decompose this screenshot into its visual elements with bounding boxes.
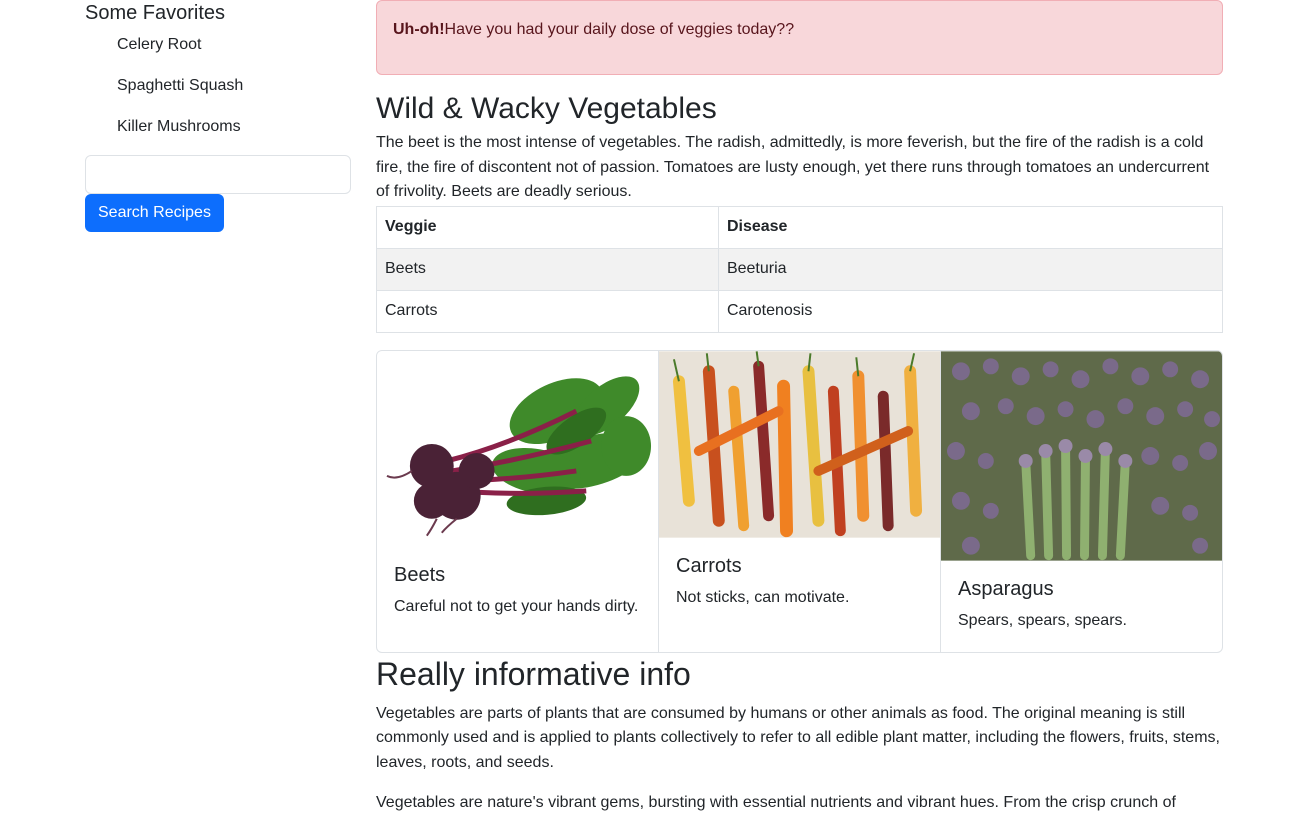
table-header: Veggie bbox=[376, 205, 719, 249]
section-heading-wild: Wild & Wacky Vegetables bbox=[376, 92, 717, 125]
table-cell: Beeturia bbox=[717, 247, 1224, 291]
table-header: Disease bbox=[717, 205, 1224, 249]
beets-image bbox=[377, 350, 658, 547]
asparagus-image bbox=[941, 350, 1222, 561]
card-title: Carrots bbox=[676, 554, 742, 577]
card-text: Not sticks, can motivate. bbox=[676, 588, 850, 606]
info-paragraph-1: Vegetables are parts of plants that are … bbox=[376, 704, 1220, 771]
card-text: Spears, spears, spears. bbox=[958, 611, 1127, 629]
alert-text: Have you had your daily dose of veggies … bbox=[444, 21, 795, 38]
search-recipes-button[interactable]: Search Recipes bbox=[85, 194, 224, 232]
card-title: Beets bbox=[394, 563, 446, 586]
table-cell: Carotenosis bbox=[717, 289, 1224, 333]
carrots-image bbox=[659, 350, 940, 538]
favorites-list: Celery Root Spaghetti Squash Killer Mush… bbox=[85, 33, 351, 156]
search-input[interactable] bbox=[85, 155, 351, 194]
info-paragraph-2: Vegetables are nature's vibrant gems, bu… bbox=[376, 794, 1176, 811]
favorite-item[interactable]: Spaghetti Squash bbox=[117, 74, 351, 115]
alert-banner: Uh-oh!Have you had your daily dose of ve… bbox=[376, 0, 1223, 75]
table-row: Beets Beeturia bbox=[376, 247, 1224, 291]
alert-strong: Uh-oh! bbox=[393, 21, 445, 38]
table-row: Carrots Carotenosis bbox=[376, 289, 1224, 333]
card-asparagus: Asparagus Spears, spears, spears. bbox=[941, 350, 1222, 652]
card-beets: Beets Careful not to get your hands dirt… bbox=[377, 350, 659, 652]
table-cell: Carrots bbox=[376, 289, 719, 333]
sidebar: Some Favorites Celery Root Spaghetti Squ… bbox=[85, 0, 351, 232]
card-body: Asparagus Spears, spears, spears. bbox=[941, 561, 1222, 633]
section-heading-info: Really informative info bbox=[376, 655, 691, 692]
favorite-item[interactable]: Killer Mushrooms bbox=[117, 115, 351, 156]
main-content: Uh-oh!Have you had your daily dose of ve… bbox=[376, 0, 1224, 816]
card-title: Asparagus bbox=[958, 577, 1054, 600]
veggie-table: Veggie Disease Beets Beeturia Carrots Ca… bbox=[376, 205, 1224, 333]
card-body: Beets Careful not to get your hands dirt… bbox=[377, 547, 658, 619]
sidebar-title: Some Favorites bbox=[85, 2, 226, 24]
card-body: Carrots Not sticks, can motivate. bbox=[659, 538, 940, 610]
card-text: Careful not to get your hands dirty. bbox=[394, 597, 639, 615]
favorite-item[interactable]: Celery Root bbox=[117, 33, 351, 74]
card-group: Beets Careful not to get your hands dirt… bbox=[376, 349, 1223, 653]
table-header-row: Veggie Disease bbox=[376, 205, 1224, 249]
card-carrots: Carrots Not sticks, can motivate. bbox=[659, 350, 941, 652]
section-paragraph: The beet is the most intense of vegetabl… bbox=[376, 134, 1210, 200]
table-cell: Beets bbox=[376, 247, 719, 291]
